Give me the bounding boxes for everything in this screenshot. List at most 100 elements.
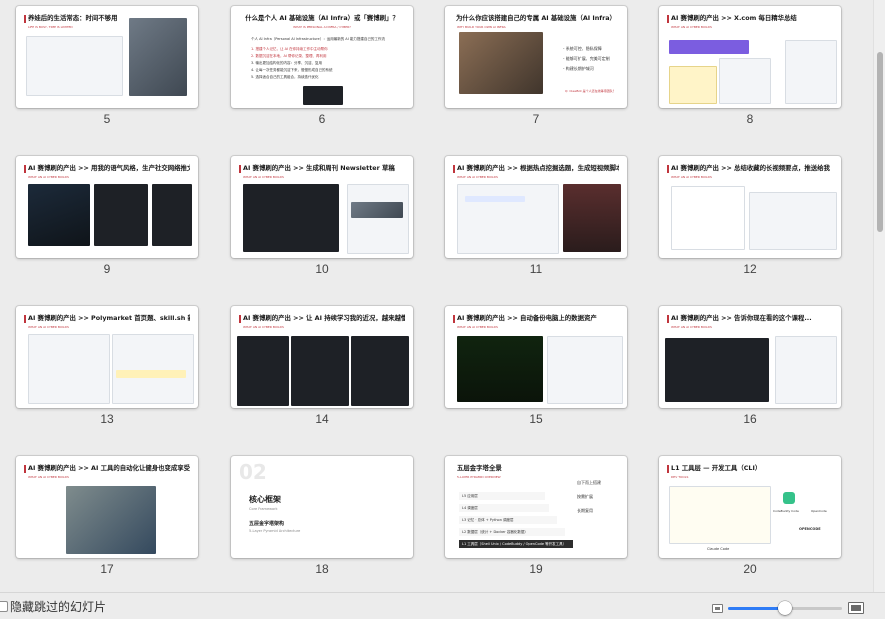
pyramid-layer: L1 工具层（Shell Unix / CodeBuddy / OpenCode… [459, 540, 573, 548]
side-label: 自下而上搭建 [577, 480, 601, 485]
astronaut-image [459, 32, 543, 94]
body-line: 个人 AI Infra（Personal AI Infrastructure）：… [251, 37, 385, 41]
summary-screenshot [671, 186, 745, 250]
slide-thumbnail[interactable]: 五层金字塔全景 5-LAYER PYRAMID OVERVIEW L5 应用层 … [445, 456, 627, 558]
slide-20[interactable]: L1 工具层 — 开发工具（CLI） DEV TOOLS Claude Code… [657, 450, 843, 578]
slide-thumbnail[interactable]: AI 赛博刷的产出 >> 让 AI 持续学习我的近况，越来越懂我 WHAT AN… [231, 306, 413, 408]
slide-thumbnail[interactable]: AI 赛博刷的产出 >> 总结收藏的长视频要点，推送给我 WHAT AN AI … [659, 156, 841, 258]
slide-subtitle: WHAT IS PERSONAL AI INFRA / CYBER? [293, 25, 351, 29]
caption: Claude Code [707, 547, 730, 551]
yellow-highlight [116, 370, 186, 378]
body-line: 5. 选择适合自己的工具组合，持续迭代优化 [251, 75, 319, 79]
slide-number: 11 [529, 262, 543, 276]
slide-subtitle: WHAT AN AI CYBER BUILDS [28, 325, 69, 329]
slide-8[interactable]: AI 赛博刷的产出 >> X.com 每日精华总结 WHAT AN AI CYB… [657, 0, 843, 128]
zoom-slider-knob[interactable] [778, 601, 792, 615]
bullet-item: - 构建长期护城河 [563, 66, 594, 71]
terminal-screenshot [351, 336, 409, 406]
slide-17[interactable]: AI 赛博刷的产出 >> AI 工具的自动化让健身也变成享受 WHAT AN A… [14, 450, 200, 578]
purple-header [669, 40, 749, 54]
slide-11[interactable]: AI 赛博刷的产出 >> 根据热点挖掘选题，生成短视频脚本 WHAT AN AI… [443, 150, 629, 278]
slide-9[interactable]: AI 赛博刷的产出 >> 用我的语气风格，生产社交网络推文 WHAT AN AI… [14, 150, 200, 278]
slide-thumbnail[interactable]: AI 赛博刷的产出 >> 告诉你现在看的这个课程... WHAT AN AI C… [659, 306, 841, 408]
slide-thumbnail[interactable]: AI 赛博刷的产出 >> X.com 每日精华总结 WHAT AN AI CYB… [659, 6, 841, 108]
slide-title: AI 赛博刷的产出 >> 告诉你现在看的这个课程... [671, 314, 812, 322]
accent-bar [24, 15, 26, 23]
tweet-screenshot [28, 184, 90, 246]
zoom-slider[interactable] [728, 601, 842, 615]
slide-15[interactable]: AI 赛博刷的产出 >> 自动备份电脑上的数据资产 WHAT AN AI CYB… [443, 300, 629, 428]
slide-10[interactable]: AI 赛博刷的产出 >> 生成和周刊 Newsletter 草稿 WHAT AN… [229, 150, 415, 278]
terminal-screenshot [291, 336, 349, 406]
file-list-screenshot [547, 336, 623, 404]
slide-thumbnail[interactable]: 为什么你应该搭建自己的专属 AI 基础设施（AI Infra） WHY BUIL… [445, 6, 627, 108]
scrollbar-thumb[interactable] [877, 52, 883, 232]
slide-number: 5 [103, 112, 111, 126]
slide-subtitle: WHAT AN AI CYBER BUILDS [28, 175, 69, 179]
zoom-slider-fill [728, 607, 785, 610]
editor-screenshot [243, 184, 339, 252]
slide-title: AI 赛博刷的产出 >> AI 工具的自动化让健身也变成享受 [28, 464, 190, 472]
accent-bar [453, 315, 455, 323]
accent-bar [667, 165, 669, 173]
large-thumbnail-icon[interactable] [848, 602, 864, 614]
slide-6[interactable]: 什么是个人 AI 基础设施（AI Infra）或「赛博刷」？ WHAT IS P… [229, 0, 415, 128]
slide-title: L1 工具层 — 开发工具（CLI） [671, 464, 762, 472]
slide-number: 15 [529, 412, 543, 426]
slide-16[interactable]: AI 赛博刷的产出 >> 告诉你现在看的这个课程... WHAT AN AI C… [657, 300, 843, 428]
gym-photo [66, 486, 156, 554]
pyramid-layer: L5 应用层 [459, 492, 545, 500]
slide-number: 6 [318, 112, 326, 126]
screenshot-image [303, 86, 343, 105]
slide-number: 12 [743, 262, 757, 276]
slide-title: 什么是个人 AI 基础设施（AI Infra）或「赛博刷」？ [245, 14, 399, 22]
list-panel [719, 58, 771, 104]
slide-number: 17 [100, 562, 114, 576]
slide-thumbnail[interactable]: AI 赛博刷的产出 >> 自动备份电脑上的数据资产 WHAT AN AI CYB… [445, 306, 627, 408]
slide-18[interactable]: 02 核心框架 Core Framework 五层金字塔架构 5-Layer P… [229, 450, 415, 578]
screenshot-image [26, 36, 123, 96]
slide-14[interactable]: AI 赛博刷的产出 >> 让 AI 持续学习我的近况，越来越懂我 WHAT AN… [229, 300, 415, 428]
hide-skipped-label[interactable]: 隐藏跳过的幻灯片 [10, 598, 106, 615]
side-label: 长期复用 [577, 508, 593, 513]
slide-number: 19 [529, 562, 543, 576]
slide-thumbnail[interactable]: 养娃后的生活常态：时间不够用 LIFE IS BUSY, TIME IS LIM… [16, 6, 198, 108]
slide-subtitle: 5-LAYER PYRAMID OVERVIEW [457, 475, 501, 479]
slide-thumbnail[interactable]: L1 工具层 — 开发工具（CLI） DEV TOOLS Claude Code… [659, 456, 841, 558]
slide-subtitle: WHY BUILD YOUR OWN AI INFRA [457, 25, 506, 29]
accent-bar [667, 465, 669, 473]
slide-thumbnail[interactable]: AI 赛博刷的产出 >> AI 工具的自动化让健身也变成享受 WHAT AN A… [16, 456, 198, 558]
newsletter-image [351, 202, 403, 218]
slide-thumbnail[interactable]: AI 赛博刷的产出 >> Polymarket 首页题、skill.sh 新技能… [16, 306, 198, 408]
accent-bar [453, 165, 455, 173]
section-title: 核心框架 [249, 495, 281, 504]
section-title-2: 五层金字塔架构 [249, 521, 285, 527]
summary-screenshot [749, 192, 837, 250]
section-subtitle-2: 5-Layer Pyramid Architecture [249, 529, 301, 533]
slide-thumbnail[interactable]: AI 赛博刷的产出 >> 根据热点挖掘选题，生成短视频脚本 WHAT AN AI… [445, 156, 627, 258]
slide-13[interactable]: AI 赛博刷的产出 >> Polymarket 首页题、skill.sh 新技能… [14, 300, 200, 428]
opencode-logo: OPENCODE [799, 527, 821, 531]
slide-number: 18 [315, 562, 329, 576]
vertical-scrollbar[interactable] [873, 0, 885, 592]
slide-thumbnail[interactable]: 02 核心框架 Core Framework 五层金字塔架构 5-Layer P… [231, 456, 413, 558]
slide-thumbnail[interactable]: AI 赛博刷的产出 >> 生成和周刊 Newsletter 草稿 WHAT AN… [231, 156, 413, 258]
pyramid-layer: L2 数据层（统计 + Docker 容器化数据） [459, 528, 565, 536]
slide-7[interactable]: 为什么你应该搭建自己的专属 AI 基础设施（AI Infra） WHY BUIL… [443, 0, 629, 128]
slide-title: AI 赛博刷的产出 >> X.com 每日精华总结 [671, 14, 797, 22]
terminal-screenshot [457, 336, 543, 402]
slide-19[interactable]: 五层金字塔全景 5-LAYER PYRAMID OVERVIEW L5 应用层 … [443, 450, 629, 578]
slide-thumbnail[interactable]: 什么是个人 AI 基础设施（AI Infra）或「赛博刷」？ WHAT IS P… [231, 6, 413, 108]
newsletter-screenshot [347, 184, 409, 254]
slide-12[interactable]: AI 赛博刷的产出 >> 总结收藏的长视频要点，推送给我 WHAT AN AI … [657, 150, 843, 278]
list-panel [785, 40, 837, 104]
small-thumbnail-icon[interactable] [712, 604, 723, 613]
pyramid-layer: L4 调度层 [459, 504, 549, 512]
tweet-screenshot [94, 184, 148, 246]
slide-thumbnail[interactable]: AI 赛博刷的产出 >> 用我的语气风格，生产社交网络推文 WHAT AN AI… [16, 156, 198, 258]
hide-skipped-checkbox[interactable] [0, 601, 8, 612]
section-number: 02 [239, 460, 267, 484]
slide-5[interactable]: 养娃后的生活常态：时间不够用 LIFE IS BUSY, TIME IS LIM… [14, 0, 200, 128]
slide-subtitle: WHAT AN AI CYBER BUILDS [671, 25, 712, 29]
slide-title: AI 赛博刷的产出 >> 用我的语气风格，生产社交网络推文 [28, 164, 190, 172]
